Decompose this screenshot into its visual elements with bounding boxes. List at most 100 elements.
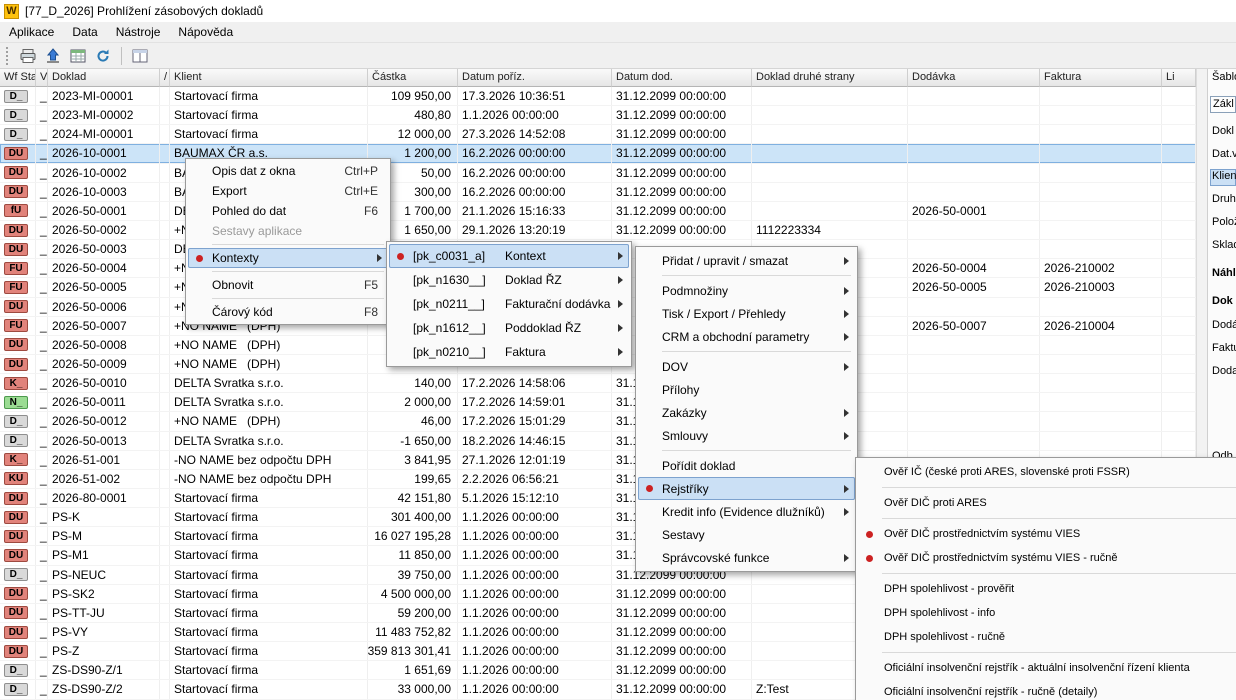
column-header-datum_dod[interactable]: Datum dod. (612, 69, 752, 87)
menu-item-label: Poddoklad ŘZ (505, 321, 581, 335)
submenu-arrow-icon (844, 508, 849, 516)
table-row[interactable]: D__2023-MI-00001Startovací firma109 950,… (0, 87, 1196, 106)
side-panel-item-dok[interactable]: Dok (1210, 294, 1236, 311)
window-title: [77_D_2026] Prohlížení zásobových doklad… (25, 4, 263, 18)
print-icon[interactable] (17, 45, 39, 67)
side-panel-item-sablo[interactable]: Šablo (1210, 70, 1236, 87)
table-row[interactable]: D__2023-MI-00002Startovací firma480,801.… (0, 106, 1196, 125)
column-header-sort[interactable]: / (160, 69, 170, 87)
menu-item-smlouvy[interactable]: Smlouvy (638, 424, 855, 447)
side-panel-item-dat-v[interactable]: Dat.v (1210, 147, 1236, 164)
status-badge: FU (4, 262, 28, 275)
column-header-dds[interactable]: Doklad druhé strany (752, 69, 908, 87)
menu-item-poridit-doklad[interactable]: Pořídit doklad (638, 454, 855, 477)
side-panel-item-zakl[interactable]: Zákl (1210, 96, 1236, 113)
menu-item-pohled-do-dat[interactable]: Pohled do datF6 (188, 201, 388, 221)
cell-castka: 2 000,00 (368, 393, 458, 411)
column-header-li[interactable]: Li (1162, 69, 1196, 87)
menu-item-prilohy[interactable]: Přílohy (638, 378, 855, 401)
side-panel-item-doda[interactable]: Dodá (1210, 318, 1236, 335)
cell-dodavka: 2026-50-0005 (908, 278, 1040, 296)
menu-item-dph-spolehlivost-rucne[interactable]: DPH spolehlivost - ručně (858, 625, 1236, 649)
table-row[interactable]: DU_2026-10-0001BAUMAX ČR a.s.1 200,0016.… (0, 144, 1196, 163)
cell-datum_poriz: 2.2.2026 06:56:21 (458, 470, 612, 488)
menubar-item-data[interactable]: Data (63, 23, 106, 41)
table-row[interactable]: K__2026-50-0010DELTA Svratka s.r.o.140,0… (0, 374, 1196, 393)
menu-item-over-dic-prostrednictvim-systemu-vies-rucn[interactable]: Ověř DIČ prostřednictvím systému VIES - … (858, 546, 1236, 570)
menu-item-oficialni-insolvencni-rejstrik-aktualni-in[interactable]: Oficiální insolvenční rejstřík - aktuáln… (858, 656, 1236, 680)
cell-sort (160, 259, 170, 277)
side-panel-item-faktu[interactable]: Faktu (1210, 341, 1236, 358)
menu-item-dph-spolehlivost-info[interactable]: DPH spolehlivost - info (858, 601, 1236, 625)
cell-sort (160, 317, 170, 335)
menubar-item-aplikace[interactable]: Aplikace (0, 23, 63, 41)
menu-item-over-dic-prostrednictvim-systemu-vies[interactable]: Ověř DIČ prostřednictvím systému VIES (858, 522, 1236, 546)
side-panel-item-nahl[interactable]: Náhl (1210, 266, 1236, 283)
table-row[interactable]: D__2026-50-0012+NO NAME (DPH)46,0017.2.2… (0, 412, 1196, 431)
table-row[interactable]: D__2026-50-0013DELTA Svratka s.r.o.-1 65… (0, 432, 1196, 451)
cell-klient: +NO NAME (DPH) (170, 336, 368, 354)
menu-item-oficialni-insolvencni-rejstrik-rucne-detai[interactable]: Oficiální insolvenční rejstřík - ručně (… (858, 680, 1236, 700)
menu-item-fakturacni-dodavka[interactable]: [pk_n0211__]Fakturační dodávka (389, 292, 629, 316)
menu-item-poddoklad-rz[interactable]: [pk_n1612__]Poddoklad ŘZ (389, 316, 629, 340)
side-panel-item-doda[interactable]: Doda (1210, 364, 1236, 381)
table-row[interactable]: D__2024-MI-00001Startovací firma12 000,0… (0, 125, 1196, 144)
column-header-v[interactable]: V (36, 69, 48, 87)
column-header-klient[interactable]: Klient (170, 69, 368, 87)
table-row[interactable]: DU_2026-10-0003BA300,0016.2.2026 00:00:0… (0, 183, 1196, 202)
side-panel-item-sklad[interactable]: Sklad (1210, 238, 1236, 255)
menu-item-dph-spolehlivost-proverit[interactable]: DPH spolehlivost - prověřit (858, 577, 1236, 601)
cell-doklad: 2026-51-001 (48, 451, 160, 469)
column-header-dodavka[interactable]: Dodávka (908, 69, 1040, 87)
menu-item-kontext[interactable]: [pk_c0031_a]Kontext (389, 244, 629, 268)
cell-wf: DU (0, 144, 36, 162)
menu-item-kredit-info-evidence-dluzniku[interactable]: Kredit info (Evidence dlužníků) (638, 500, 855, 523)
column-header-doklad[interactable]: Doklad (48, 69, 160, 87)
menu-item-crm-a-obchodni-parametry[interactable]: CRM a obchodní parametry (638, 325, 855, 348)
column-header-wf[interactable]: Wf Stav (0, 69, 36, 87)
menu-item-dov[interactable]: DOV (638, 355, 855, 378)
menubar-item-napoveda[interactable]: Nápověda (169, 23, 242, 41)
export-icon[interactable] (42, 45, 64, 67)
table-row[interactable]: fU_2026-50-0001DE1 700,0021.1.2026 15:16… (0, 202, 1196, 221)
cell-v: _ (36, 202, 48, 220)
menu-item-spravcovske-funkce[interactable]: Správcovské funkce (638, 546, 855, 569)
cell-li (1162, 202, 1196, 220)
side-panel-item-poloz[interactable]: Polož (1210, 215, 1236, 232)
cell-sort (160, 470, 170, 488)
menu-item-opis-dat-z-okna[interactable]: Opis dat z oknaCtrl+P (188, 161, 388, 181)
menu-item-podmnoziny[interactable]: Podmnožiny (638, 279, 855, 302)
cell-dds (752, 183, 908, 201)
menu-item-sestavy[interactable]: Sestavy (638, 523, 855, 546)
column-header-faktura[interactable]: Faktura (1040, 69, 1162, 87)
cell-wf: DU (0, 642, 36, 660)
menu-item-pridat-upravit-smazat[interactable]: Přidat / upravit / smazat (638, 249, 855, 272)
menu-item-over-dic-proti-ares[interactable]: Ověř DIČ proti ARES (858, 491, 1236, 515)
menu-item-doklad-rz[interactable]: [pk_n1630__]Doklad ŘZ (389, 268, 629, 292)
side-panel-item-druh[interactable]: Druh (1210, 192, 1236, 209)
table-row[interactable]: DU_2026-10-0002BA50,0016.2.2026 00:00:00… (0, 164, 1196, 183)
table-row[interactable]: DU_2026-50-0002+N1 650,0029.1.2026 13:20… (0, 221, 1196, 240)
menu-item-rejstriky[interactable]: Rejstříky (638, 477, 855, 500)
status-badge: K_ (4, 453, 28, 466)
columns-icon[interactable] (129, 45, 151, 67)
cell-dodavka (908, 412, 1040, 430)
menu-item-obnovit[interactable]: ObnovitF5 (188, 275, 388, 295)
column-header-castka[interactable]: Částka (368, 69, 458, 87)
menubar-item-nastroje[interactable]: Nástroje (107, 23, 170, 41)
cell-wf: DU (0, 585, 36, 603)
menu-item-carovy-kod[interactable]: Čárový kódF8 (188, 302, 388, 322)
side-panel-item-dokl[interactable]: Dokl (1210, 124, 1236, 141)
menu-item-zakazky[interactable]: Zakázky (638, 401, 855, 424)
column-header-datum_poriz[interactable]: Datum poříz. (458, 69, 612, 87)
table-row[interactable]: N__2026-50-0011DELTA Svratka s.r.o.2 000… (0, 393, 1196, 412)
menu-item-faktura[interactable]: [pk_n0210__]Faktura (389, 340, 629, 364)
menu-item-over-ic-ceske-proti-ares-slovenske-proti-f[interactable]: Ověř IČ (české proti ARES, slovenské pro… (858, 460, 1236, 484)
refresh-icon[interactable] (92, 45, 114, 67)
menu-item-kontexty[interactable]: Kontexty (188, 248, 388, 268)
data-table-icon[interactable] (67, 45, 89, 67)
side-panel-item-klien[interactable]: Klien (1210, 169, 1236, 186)
menu-item-tisk-export-prehledy[interactable]: Tisk / Export / Přehledy (638, 302, 855, 325)
status-badge: DU (4, 530, 28, 543)
menu-item-export[interactable]: ExportCtrl+E (188, 181, 388, 201)
